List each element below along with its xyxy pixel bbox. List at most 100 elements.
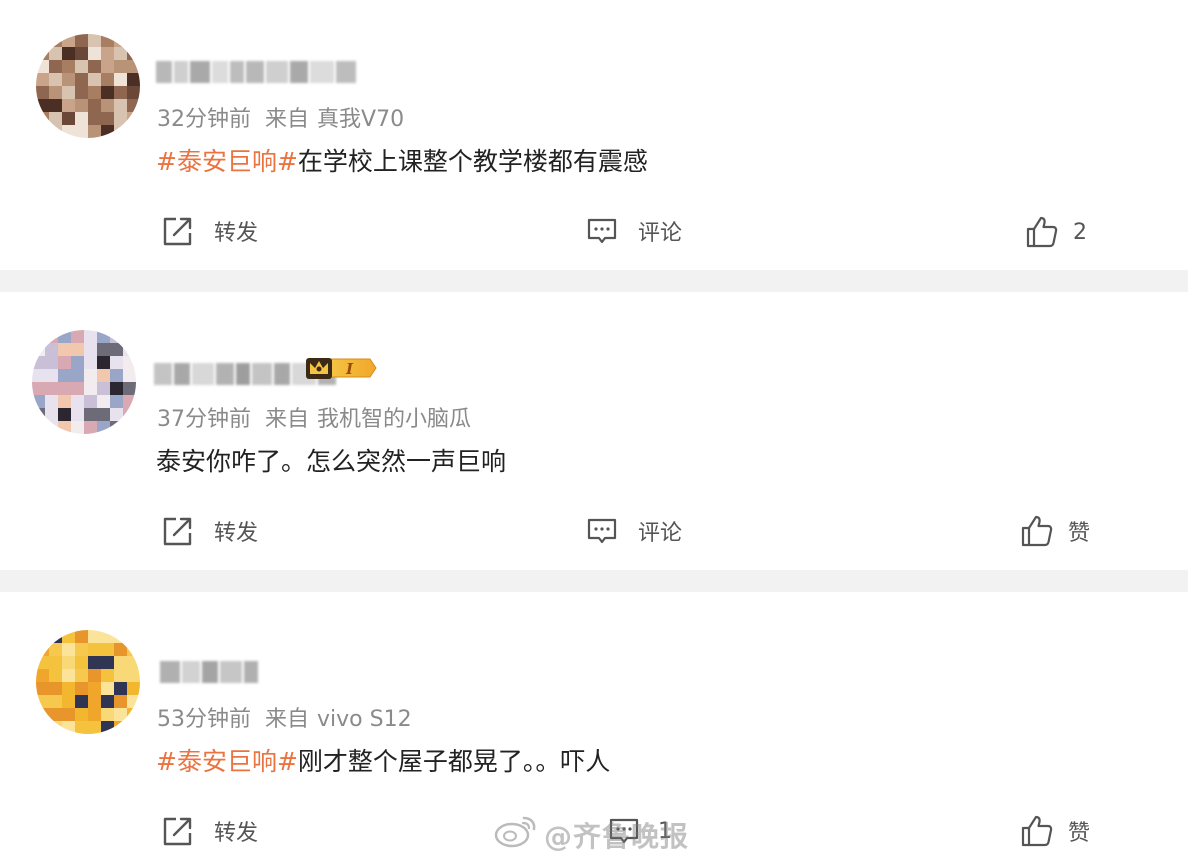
avatar-pixel [45,343,58,356]
comment-button[interactable]: 评论 [586,515,682,547]
avatar-pixel [32,408,45,421]
avatar-pixel [88,721,101,734]
like-button[interactable]: 赞 [1020,514,1090,548]
username-blurred[interactable] [156,60,356,84]
avatar-pixel [49,708,62,721]
avatar-pixel [114,708,127,721]
avatar-pixel [88,125,101,138]
avatar-pixel [114,695,127,708]
avatar-pixel [75,86,88,99]
avatar-pixel [71,395,84,408]
username-pixel [182,661,200,683]
avatar[interactable] [36,630,140,734]
avatar-pixel [88,112,101,125]
avatar-pixel [71,330,84,343]
avatar-pixel [123,356,136,369]
username-pixel [202,661,218,683]
avatar-pixel [36,708,49,721]
vip-crown-badge[interactable]: I [304,354,378,382]
avatar-pixel [45,382,58,395]
avatar-pixel [62,682,75,695]
avatar-pixel [114,656,127,669]
avatar-pixel [101,669,114,682]
avatar-pixel [49,721,62,734]
avatar-pixel [114,125,127,138]
comment-button[interactable]: 评论 [586,215,682,247]
avatar-pixel [75,656,88,669]
avatar-pixel [84,408,97,421]
avatar-pixel [71,343,84,356]
avatar-pixel [84,421,97,434]
avatar-pixel [101,86,114,99]
post-time: 37分钟前 [157,407,251,432]
avatar-pixel [62,86,75,99]
avatar-pixel [114,721,127,734]
avatar-pixel [49,695,62,708]
avatar-pixel [71,369,84,382]
avatar-pixel [114,86,127,99]
avatar-pixel [84,356,97,369]
avatar[interactable] [32,330,136,434]
avatar-pixel [110,343,123,356]
repost-button[interactable]: 转发 [162,215,258,247]
avatar-pixel [49,630,62,643]
avatar-pixel [114,630,127,643]
avatar-pixel [101,643,114,656]
avatar-pixel [110,356,123,369]
username-pixel [216,363,234,385]
avatar-pixel [88,34,101,47]
avatar-pixel [97,369,110,382]
avatar-pixel [127,656,140,669]
topic-link[interactable]: #泰安巨响# [156,147,298,176]
avatar-pixel [88,99,101,112]
avatar-pixel [75,695,88,708]
avatar-pixel [97,408,110,421]
avatar-pixel [49,99,62,112]
username-pixel [230,61,244,83]
avatar-pixel [127,34,140,47]
topic-link[interactable]: #泰安巨响# [156,747,298,776]
avatar-pixel [75,73,88,86]
repost-button[interactable]: 转发 [162,515,258,547]
post-card: 32分钟前 来自 真我V70 #泰安巨响#在学校上课整个教学楼都有震感 转发 评论 … [0,0,1188,270]
avatar-pixel [36,125,49,138]
avatar-pixel [62,73,75,86]
avatar-pixel [84,382,97,395]
avatar-pixel [123,395,136,408]
like-button[interactable]: 2 [1025,215,1087,249]
avatar-pixel [114,34,127,47]
avatar-pixel [62,669,75,682]
avatar-pixel [45,330,58,343]
avatar-pixel [62,630,75,643]
avatar-pixel [127,47,140,60]
avatar-pixel [114,60,127,73]
avatar-pixel [84,369,97,382]
username-blurred[interactable] [160,660,258,684]
username-pixel [220,661,242,683]
avatar-pixel [36,656,49,669]
username-pixel [160,661,180,683]
like-label: 赞 [1068,521,1091,546]
avatar-pixel [45,369,58,382]
avatar-pixel [127,112,140,125]
username-pixel [246,61,264,83]
post-text: 刚才整个屋子都晃了。。吓人 [297,747,611,776]
repost-label: 转发 [214,221,259,246]
avatar-pixel [101,656,114,669]
avatar-pixel [62,656,75,669]
source-device: 真我V70 [317,107,405,132]
avatar-pixel [58,382,71,395]
avatar[interactable] [36,34,140,138]
avatar-pixel [58,356,71,369]
username-pixel [266,61,288,83]
like-count: 2 [1073,219,1087,245]
avatar-pixel [49,669,62,682]
like-button[interactable]: 赞 [1020,814,1090,848]
avatar-pixel [88,656,101,669]
avatar-pixel [127,73,140,86]
avatar-pixel [71,421,84,434]
username-pixel [244,661,258,683]
avatar-pixel [58,343,71,356]
share-icon [162,515,194,547]
repost-button[interactable]: 转发 [162,815,258,847]
